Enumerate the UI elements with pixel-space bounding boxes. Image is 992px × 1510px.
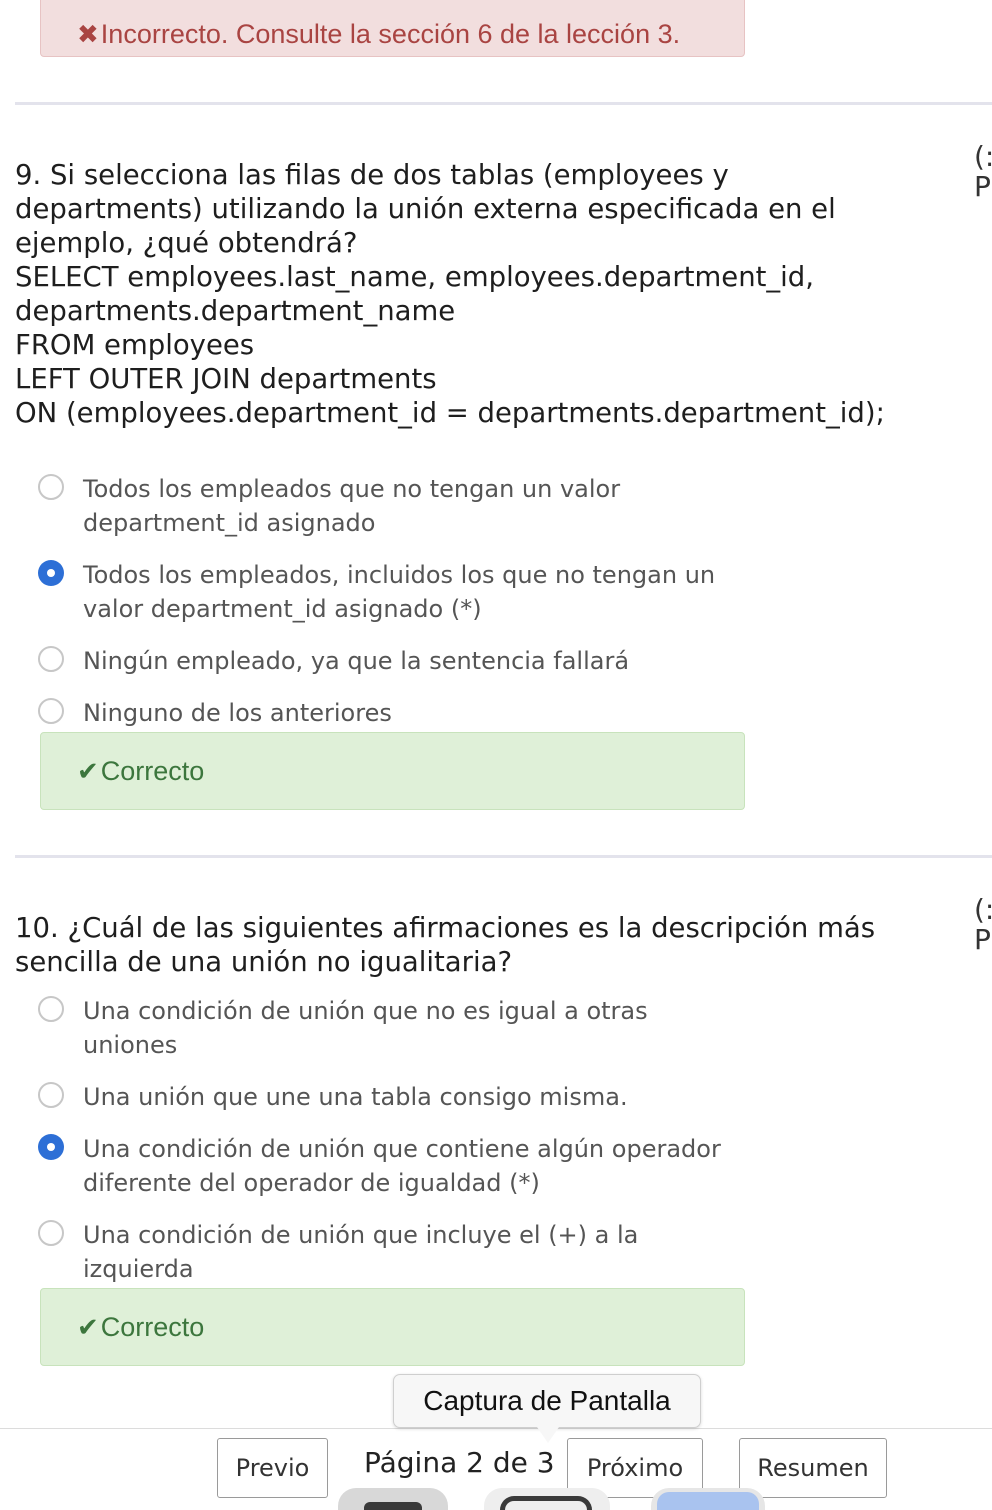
dock-app-icon[interactable] [651,1488,765,1510]
points-mark: P [974,170,991,203]
quiz-page: ✖ Incorrecto. Consulte la sección 6 de l… [0,0,992,1510]
check-mark-icon: ✔ [77,755,99,786]
points-mark: (: [974,140,992,173]
question-9-line: FROM employees [15,329,255,361]
radio-button[interactable] [38,698,64,724]
navigation-divider [0,1428,992,1429]
option-text: Una condición de unión que incluye el (+… [83,1221,639,1249]
option-text: Ningún empleado, ya que la sentencia fal… [83,647,630,675]
dock-app-glyph [657,1492,759,1510]
option-text: valor department_id asignado (*) [83,595,482,623]
dock-app-glyph [364,1502,422,1510]
radio-button[interactable] [38,1082,64,1108]
screenshot-frame-icon [500,1496,592,1510]
option-text: uniones [83,1031,178,1059]
radio-button[interactable] [38,474,64,500]
tooltip-arrow [537,1427,559,1443]
q9-correct-feedback: ✔ Correcto [40,732,745,810]
page-indicator: Página 2 de 3 [364,1446,555,1479]
question-divider [15,102,992,105]
dock-app-icon[interactable] [338,1488,448,1510]
question-10-line: 10. ¿Cuál de las siguientes afirmaciones… [15,912,876,944]
option-text: Una condición de unión que contiene algú… [83,1135,721,1163]
points-mark: (: [974,893,992,926]
incorrect-feedback: ✖ Incorrecto. Consulte la sección 6 de l… [40,0,745,57]
question-9-points: (: P [974,142,992,202]
summary-button[interactable]: Resumen [739,1438,887,1498]
option-text: Todos los empleados, incluidos los que n… [83,561,716,589]
option-text: Todos los empleados que no tengan un val… [83,475,621,503]
question-9-line: ejemplo, ¿qué obtendrá? [15,227,358,259]
question-9-line: departments) utilizando la unión externa… [15,193,836,225]
option-text: izquierda [83,1255,194,1283]
option-text: department_id asignado [83,509,376,537]
option-text: Ninguno de los anteriores [83,699,392,727]
check-mark-icon: ✔ [77,1311,99,1342]
option-text: Una condición de unión que no es igual a… [83,997,648,1025]
radio-button[interactable] [38,1220,64,1246]
option-text: diferente del operador de igualdad (*) [83,1169,540,1197]
radio-button-selected[interactable] [38,560,64,586]
correct-feedback-text: Correcto [100,1311,205,1342]
previous-button[interactable]: Previo [217,1438,328,1498]
question-10-points: (: P [974,895,992,955]
radio-button[interactable] [38,996,64,1022]
question-9-line: departments.department_name [15,295,456,327]
incorrect-feedback-text: Incorrecto. Consulte la sección 6 de la … [100,19,681,49]
question-9-text: 9. Si selecciona las filas de dos tablas… [15,158,945,430]
question-9-line: SELECT employees.last_name, employees.de… [15,261,814,293]
x-mark-icon: ✖ [77,19,99,49]
screenshot-dock-icon[interactable] [484,1488,610,1510]
screenshot-tooltip: Captura de Pantalla [393,1374,701,1428]
question-9-line: 9. Si selecciona las filas de dos tablas… [15,159,729,191]
question-10-line: sencilla de una unión no igualitaria? [15,946,513,978]
question-10-text: 10. ¿Cuál de las siguientes afirmaciones… [15,911,945,979]
q10-correct-feedback: ✔ Correcto [40,1288,745,1366]
radio-button[interactable] [38,646,64,672]
question-divider [15,855,992,858]
option-text: Una unión que une una tabla consigo mism… [83,1083,628,1111]
question-9-line: LEFT OUTER JOIN departments [15,363,437,395]
question-9-line: ON (employees.department_id = department… [15,397,885,429]
radio-button-selected[interactable] [38,1134,64,1160]
correct-feedback-text: Correcto [100,755,205,786]
points-mark: P [974,923,991,956]
